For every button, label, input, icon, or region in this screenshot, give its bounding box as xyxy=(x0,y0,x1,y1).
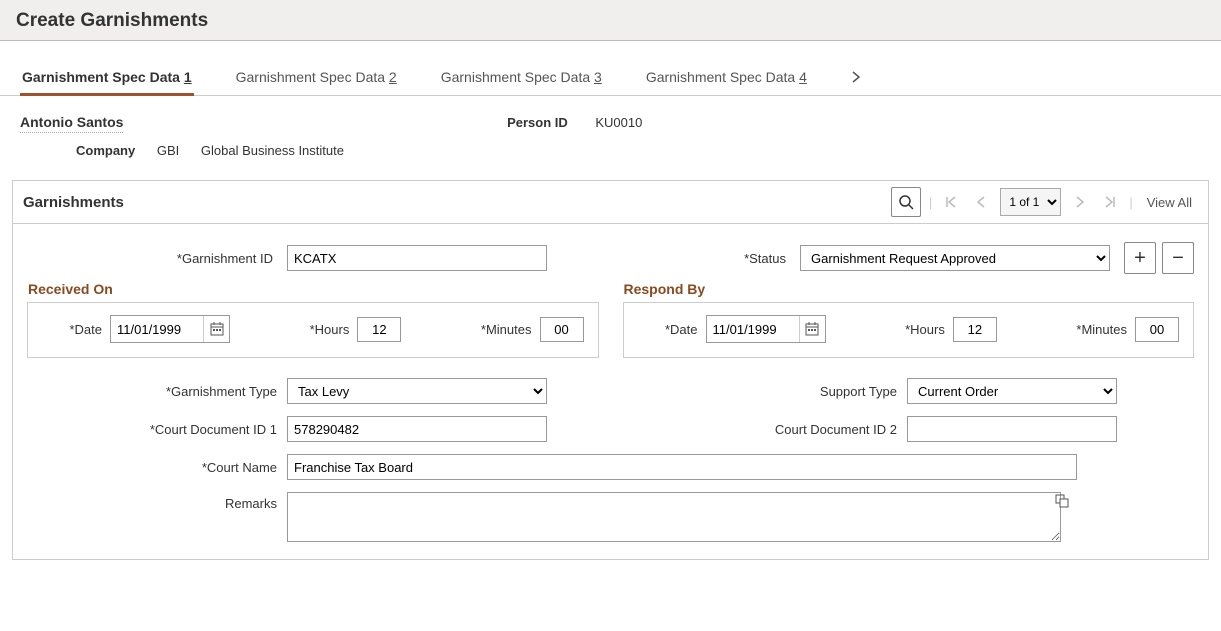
page-header: Create Garnishments xyxy=(0,0,1221,41)
last-row-button[interactable] xyxy=(1099,191,1121,213)
tab-label-prefix: Garnishment Spec Data xyxy=(646,69,799,85)
prev-row-button[interactable] xyxy=(970,191,992,213)
support-type-label: Support Type xyxy=(587,384,907,399)
tab-label-num: 4 xyxy=(799,69,807,85)
company-name: Global Business Institute xyxy=(201,143,344,158)
court-doc1-input[interactable] xyxy=(287,416,547,442)
company-code: GBI xyxy=(157,143,179,158)
tab-label-prefix: Garnishment Spec Data xyxy=(236,69,389,85)
find-button[interactable] xyxy=(891,187,921,217)
status-label: Status xyxy=(744,251,786,266)
respond-minutes-input[interactable] xyxy=(1135,317,1179,342)
divider: | xyxy=(929,195,932,210)
garnishment-type-label: Garnishment Type xyxy=(27,384,287,399)
tab-label-num: 3 xyxy=(594,69,602,85)
respond-minutes-label: Minutes xyxy=(1076,322,1127,337)
respond-by-group: Respond By Date Hours Minutes xyxy=(623,302,1195,358)
add-row-button[interactable]: + xyxy=(1124,242,1156,274)
tab-bar: Garnishment Spec Data 1 Garnishment Spec… xyxy=(0,41,1221,96)
chevron-left-icon xyxy=(975,195,987,209)
section-body: Garnishment ID Status Garnishment Reques… xyxy=(13,224,1208,559)
garnishment-id-input[interactable] xyxy=(287,245,547,271)
tab-garnishment-spec-2[interactable]: Garnishment Spec Data 2 xyxy=(234,61,399,95)
person-name: Antonio Santos xyxy=(20,114,123,133)
received-date-input[interactable] xyxy=(111,317,203,341)
garnishment-type-select[interactable]: Tax Levy xyxy=(287,378,547,404)
respond-date-field xyxy=(706,315,826,343)
person-id-label: Person ID xyxy=(507,115,568,130)
respond-date-picker-button[interactable] xyxy=(799,316,825,342)
calendar-icon xyxy=(209,321,225,337)
tabs-more-icon[interactable] xyxy=(849,62,863,94)
details-grid: Garnishment Type Tax Levy Support Type C… xyxy=(27,378,1194,545)
content: Garnishment Spec Data 1 Garnishment Spec… xyxy=(0,41,1221,560)
respond-date-input[interactable] xyxy=(707,317,799,341)
last-icon xyxy=(1103,195,1117,209)
garnishment-id-label: Garnishment ID xyxy=(27,251,273,266)
section-title: Garnishments xyxy=(23,194,124,211)
person-info: Antonio Santos Person ID KU0010 Company … xyxy=(0,96,1221,166)
respond-hours-input[interactable] xyxy=(953,317,997,342)
company-line: Company GBI Global Business Institute xyxy=(20,143,1201,158)
person-id-block: Person ID KU0010 xyxy=(507,115,642,130)
tab-label-prefix: Garnishment Spec Data xyxy=(22,69,184,85)
tab-garnishment-spec-4[interactable]: Garnishment Spec Data 4 xyxy=(644,61,809,95)
garnishments-section: Garnishments | 1 of 1 xyxy=(12,180,1209,560)
status-select[interactable]: Garnishment Request Approved xyxy=(800,245,1110,271)
received-date-label: Date xyxy=(42,322,102,337)
respond-by-label: Respond By xyxy=(624,281,706,297)
delete-row-button[interactable]: − xyxy=(1162,242,1194,274)
remarks-textarea[interactable] xyxy=(287,492,1061,542)
received-minutes-label: Minutes xyxy=(481,322,532,337)
court-doc2-label: Court Document ID 2 xyxy=(587,422,907,437)
section-controls: | 1 of 1 | View All xyxy=(891,187,1198,217)
respond-date-label: Date xyxy=(638,322,698,337)
received-on-group: Received On Date Hours Minutes xyxy=(27,302,599,358)
received-on-label: Received On xyxy=(28,281,113,297)
received-date-field xyxy=(110,315,230,343)
next-row-button[interactable] xyxy=(1069,191,1091,213)
tab-label-num: 1 xyxy=(184,69,192,85)
view-all-link[interactable]: View All xyxy=(1141,195,1198,210)
person-id-value: KU0010 xyxy=(595,115,642,130)
company-label: Company xyxy=(76,143,135,158)
remarks-label: Remarks xyxy=(27,492,287,511)
first-icon xyxy=(944,195,958,209)
first-row-button[interactable] xyxy=(940,191,962,213)
received-date-picker-button[interactable] xyxy=(203,316,229,342)
support-type-select[interactable]: Current Order xyxy=(907,378,1117,404)
plus-icon: + xyxy=(1134,247,1146,270)
expand-icon xyxy=(1055,494,1069,508)
minus-icon: − xyxy=(1172,247,1184,270)
row-add-remove: + − xyxy=(1124,242,1194,274)
tab-label-num: 2 xyxy=(389,69,397,85)
remarks-wrap xyxy=(287,492,1067,545)
date-groups: Received On Date Hours Minutes xyxy=(27,302,1194,358)
received-minutes-input[interactable] xyxy=(540,317,584,342)
court-doc2-input[interactable] xyxy=(907,416,1117,442)
calendar-icon xyxy=(804,321,820,337)
search-icon xyxy=(898,194,914,210)
tab-garnishment-spec-3[interactable]: Garnishment Spec Data 3 xyxy=(439,61,604,95)
page-title: Create Garnishments xyxy=(16,10,1205,32)
expand-remarks-button[interactable] xyxy=(1055,494,1069,508)
received-hours-label: Hours xyxy=(310,322,350,337)
court-name-input[interactable] xyxy=(287,454,1077,480)
chevron-right-icon xyxy=(1074,195,1086,209)
row-pager-select[interactable]: 1 of 1 xyxy=(1000,188,1061,216)
tab-label-prefix: Garnishment Spec Data xyxy=(441,69,594,85)
received-hours-input[interactable] xyxy=(357,317,401,342)
court-name-label: Court Name xyxy=(27,460,287,475)
divider: | xyxy=(1129,195,1132,210)
court-doc1-label: Court Document ID 1 xyxy=(27,422,287,437)
respond-hours-label: Hours xyxy=(905,322,945,337)
section-header: Garnishments | 1 of 1 xyxy=(13,181,1208,224)
tab-garnishment-spec-1[interactable]: Garnishment Spec Data 1 xyxy=(20,61,194,95)
